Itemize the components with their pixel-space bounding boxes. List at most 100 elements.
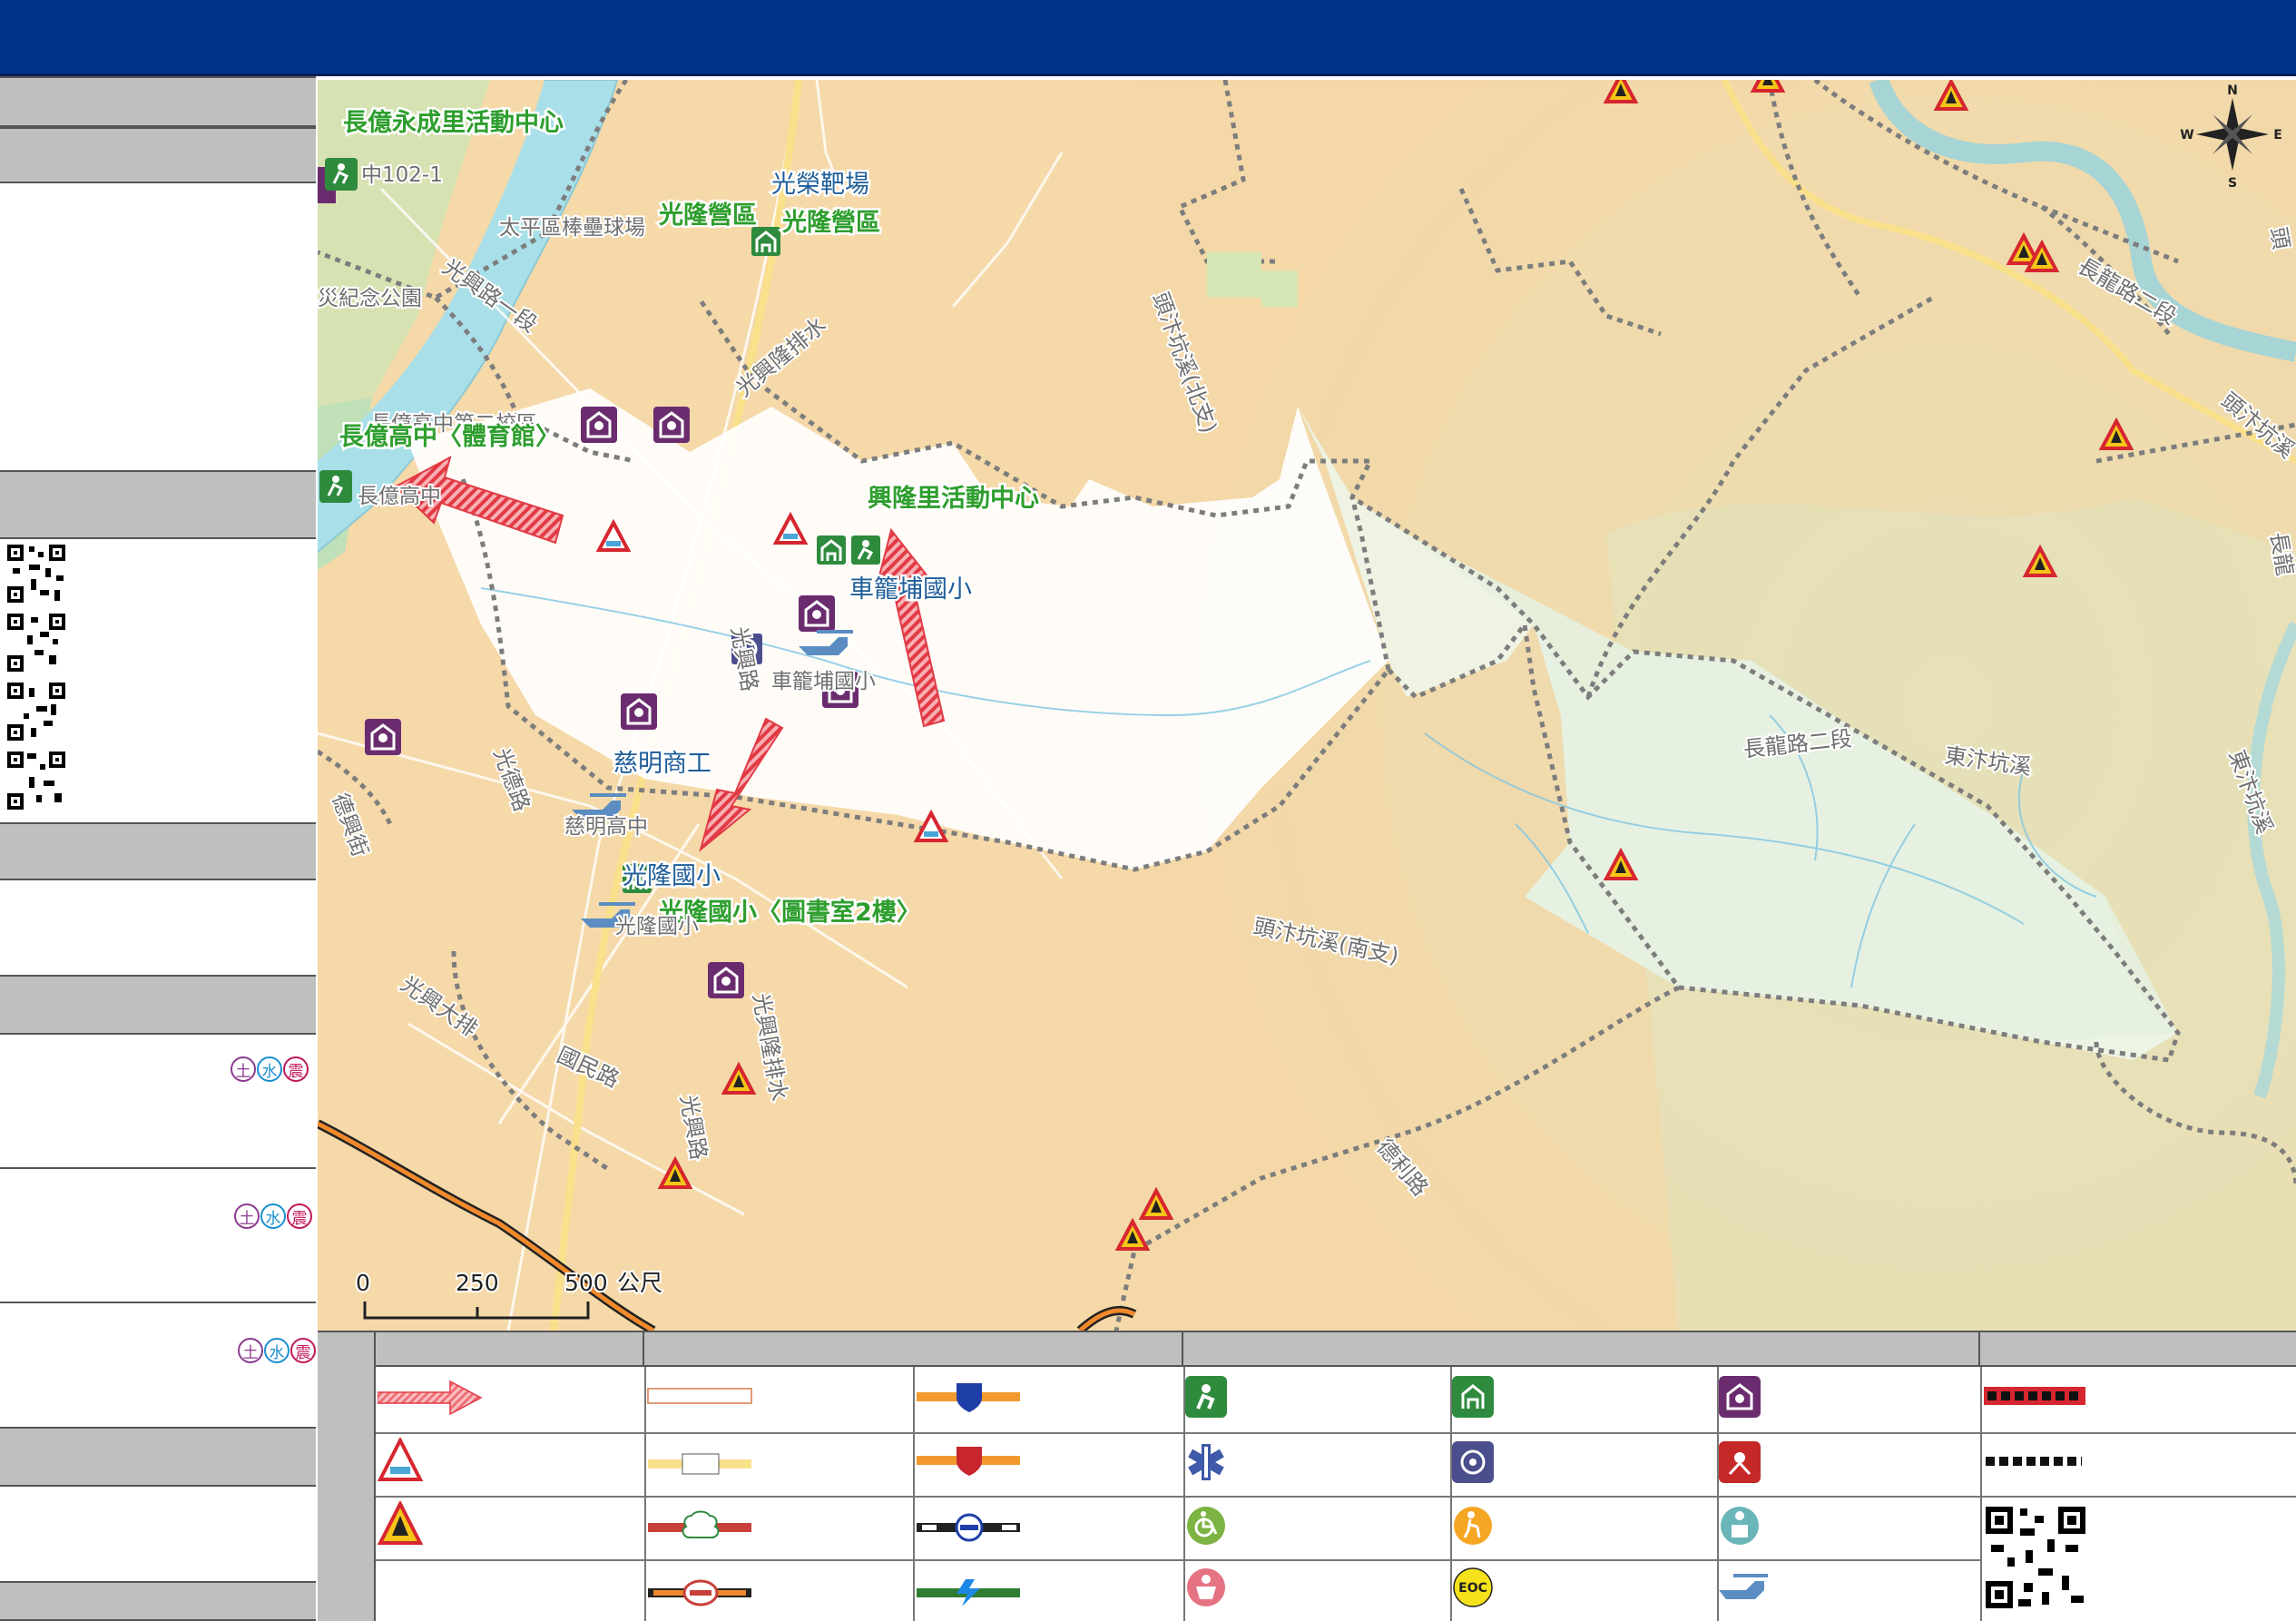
- county-road-icon: [648, 1453, 751, 1475]
- legend-header-hazard: [376, 1332, 644, 1367]
- label-guanglong-camp-b: 光隆營區: [781, 209, 880, 237]
- legend-provincial-highway: [915, 1443, 1024, 1478]
- label-guangrong-range: 光榮靶場: [771, 171, 869, 199]
- legend-evac-arrow: [378, 1380, 483, 1416]
- shelter-entry-2: 土 水 震: [0, 1169, 316, 1302]
- expressway-icon: [648, 1579, 751, 1606]
- hazard-badges-2: 土 水 震: [234, 1203, 312, 1229]
- flood-badge: 水: [260, 1203, 286, 1229]
- evacuation-map[interactable]: N S E W 長億永成里活動中心 中102-1 光榮靶場 光隆營區 光隆營區 …: [318, 80, 2296, 1331]
- legend-header-routes: [644, 1332, 1183, 1367]
- legend-qr-code[interactable]: [1984, 1505, 2087, 1610]
- legend-eoc: EOC: [1452, 1567, 1494, 1608]
- label-guanglong-camp-a: 光隆營區: [658, 201, 757, 230]
- legend-shelter: [1719, 1376, 1761, 1418]
- compass-west: W: [2180, 128, 2193, 142]
- sidebar-header-shelters: [0, 975, 316, 1035]
- legend-childcare: [1185, 1567, 1227, 1608]
- sidebar-header-qr: [0, 470, 316, 539]
- label-guanglong-gray: 光隆國小: [615, 915, 699, 938]
- contact-panel: [0, 880, 316, 975]
- legend-header-facilities: [1183, 1332, 1980, 1367]
- qr-code-1[interactable]: [5, 543, 67, 606]
- medical-star-of-life-icon: [1188, 1444, 1224, 1480]
- police-icon: [1452, 1441, 1494, 1483]
- high-speed-rail-icon: [917, 1579, 1020, 1606]
- legend-flood-hazard: [378, 1438, 423, 1483]
- shelter-icon: [1719, 1376, 1761, 1418]
- earthquake-badge: 震: [290, 1338, 316, 1363]
- flood-badge: 水: [257, 1056, 282, 1082]
- label-guanglong-elementary: 光隆國小: [623, 862, 721, 890]
- shelter-house-icon: [1452, 1376, 1494, 1418]
- sidebar-header-contact: [0, 822, 316, 880]
- legend-elderly-care: [1452, 1505, 1494, 1547]
- qr-code-column[interactable]: [4, 539, 76, 820]
- notes-panel: [0, 1487, 316, 1581]
- legend-medical: [1185, 1441, 1227, 1483]
- landslide-badge: 土: [238, 1338, 263, 1363]
- legend-care-facility: [1719, 1505, 1761, 1547]
- sidebar-footer: [0, 1581, 316, 1621]
- scale-tick-500: 500: [564, 1270, 608, 1296]
- qr-code-2[interactable]: [5, 612, 67, 675]
- legend-police: [1452, 1441, 1494, 1483]
- scale-unit: 公尺: [617, 1270, 662, 1296]
- evacuation-point-icon: [1185, 1376, 1227, 1418]
- legend-road-county: [646, 1450, 755, 1478]
- compass-east: E: [2273, 128, 2282, 142]
- scale-tick-250: 250: [456, 1270, 499, 1296]
- township-road-icon: [648, 1510, 751, 1538]
- label-memorial-park: 災紀念公園: [318, 287, 422, 310]
- legend-row-divider: [376, 1432, 2296, 1434]
- label-taiping-field: 太平區棒壘球場: [499, 216, 645, 240]
- village-boundary-icon: [1984, 1387, 2085, 1405]
- park-area: [1207, 252, 1261, 298]
- eoc-icon: EOC: [1453, 1567, 1493, 1607]
- wheelchair-icon: [1187, 1507, 1225, 1545]
- legend-helicopter: [1719, 1570, 1770, 1606]
- label-changyi-gym: 長億高中〈體育館〉: [339, 422, 560, 451]
- title-bar: [0, 0, 2296, 76]
- legend-side-header: [318, 1332, 376, 1621]
- park-area: [1261, 270, 1298, 307]
- label-chelongpu-gray: 車籠埔國小: [771, 670, 876, 693]
- legend-fire-station: [1719, 1441, 1761, 1483]
- hazard-badges-3: 土 水 震: [238, 1338, 316, 1363]
- evacuation-map-page: 土 水 震 土 水 震 土 水 震 N S E W 長億永成里活動中心 中102…: [0, 0, 2296, 1621]
- legend-road-expressway: [646, 1576, 755, 1608]
- landslide-badge: 土: [234, 1203, 260, 1229]
- scale-tick-0: 0: [356, 1270, 370, 1296]
- map-legend: EOC: [318, 1331, 2296, 1621]
- qr-code-3[interactable]: [5, 681, 67, 744]
- sidebar-header-village: [0, 127, 316, 183]
- legend-shelter-house: [1452, 1376, 1494, 1418]
- label-changyi-hs: 長億高中: [358, 485, 441, 508]
- eoc-text: EOC: [1458, 1581, 1487, 1596]
- compass-south: S: [2228, 176, 2237, 191]
- legend-col-divider: [1980, 1367, 1982, 1621]
- legend-row-divider: [376, 1496, 2296, 1498]
- legend-railway: [915, 1510, 1024, 1543]
- hazard-badges-1: 土 水 震: [231, 1056, 309, 1082]
- minor-road-icon: [647, 1388, 752, 1404]
- care-facility-icon: [1721, 1507, 1759, 1545]
- legend-evacuation-point: [1185, 1376, 1227, 1418]
- qr-panel: [0, 539, 316, 822]
- landslide-badge: 土: [231, 1056, 256, 1082]
- landslide-hazard-icon: [378, 1501, 423, 1545]
- flood-badge: 水: [264, 1338, 289, 1363]
- qr-code-4[interactable]: [5, 750, 67, 813]
- railway-icon: [917, 1513, 1020, 1542]
- helicopter-icon: [1719, 1574, 1768, 1599]
- evacuation-arrow-icon: [378, 1380, 483, 1416]
- childcare-icon: [1187, 1568, 1225, 1606]
- legend-road-minor: [646, 1385, 755, 1407]
- provincial-highway-icon: [917, 1447, 1020, 1476]
- shelter-entry-3: 土 水 震: [0, 1303, 316, 1427]
- earthquake-badge: 震: [283, 1056, 309, 1082]
- label-tou-edge: 頭: [2265, 225, 2294, 251]
- info-sidebar: 土 水 震 土 水 震 土 水 震: [0, 76, 316, 1621]
- legend-village-boundary-red: [1984, 1385, 2087, 1407]
- legend-village-boundary-black: [1984, 1450, 2087, 1472]
